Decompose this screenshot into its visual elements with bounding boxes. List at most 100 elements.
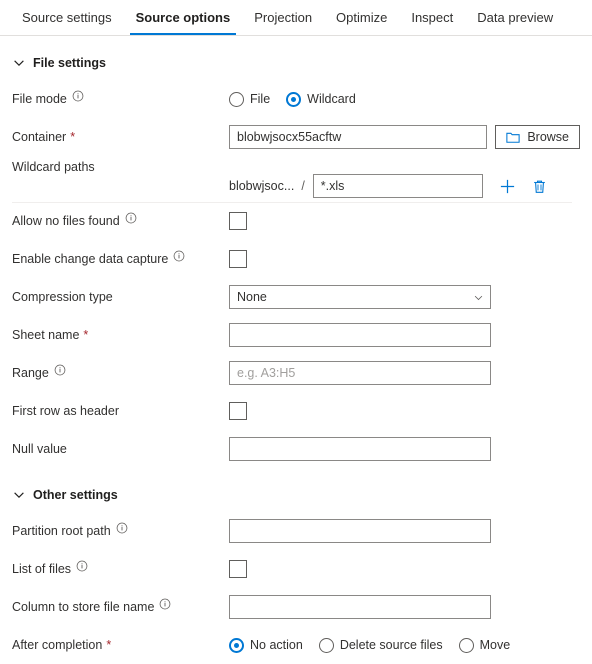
range-input[interactable]: e.g. A3:H5 xyxy=(229,361,491,385)
radio-icon xyxy=(229,91,244,107)
tab-label: Inspect xyxy=(411,10,454,25)
label-text: Allow no files found xyxy=(12,214,120,228)
row-compression-type: Compression type None xyxy=(12,278,580,316)
control-partition-root-path xyxy=(229,519,580,543)
label-list-of-files: List of files xyxy=(12,560,229,576)
control-null-value xyxy=(229,437,580,461)
info-icon[interactable] xyxy=(125,212,137,224)
required-asterisk: * xyxy=(106,638,112,652)
tab-optimize[interactable]: Optimize xyxy=(324,0,399,35)
control-wildcard-paths: blobwjsoc... / *.xls xyxy=(229,156,580,198)
radio-label: File xyxy=(250,92,271,106)
info-icon[interactable] xyxy=(76,560,88,572)
info-icon[interactable] xyxy=(116,522,128,534)
compression-type-dropdown[interactable]: None xyxy=(229,285,491,309)
section-title: File settings xyxy=(33,56,106,70)
label-range: Range xyxy=(12,364,229,380)
enable-change-data-capture-checkbox[interactable] xyxy=(229,250,247,268)
radio-after-completion-delete-source-files[interactable]: Delete source files xyxy=(318,637,443,653)
tab-inspect[interactable]: Inspect xyxy=(399,0,465,35)
label-text: File mode xyxy=(12,92,67,106)
radio-icon xyxy=(458,637,474,653)
label-text: Wildcard paths xyxy=(12,160,95,174)
sheet-name-input[interactable] xyxy=(229,323,491,347)
control-enable-change-data-capture xyxy=(229,250,580,268)
label-file-mode: File mode xyxy=(12,90,229,106)
tab-source-settings[interactable]: Source settings xyxy=(10,0,124,35)
row-column-to-store-file-name: Column to store file name xyxy=(12,588,580,626)
required-asterisk: * xyxy=(83,328,89,342)
label-column-to-store-file-name: Column to store file name xyxy=(12,598,229,614)
label-wildcard-paths: Wildcard paths xyxy=(12,156,229,174)
row-list-of-files: List of files xyxy=(12,550,580,588)
plus-icon xyxy=(501,179,515,193)
source-options-form: File settings File mode File Wildcard Co… xyxy=(0,48,592,664)
control-list-of-files xyxy=(229,560,580,578)
label-text: First row as header xyxy=(12,404,119,418)
row-partition-root-path: Partition root path xyxy=(12,512,580,550)
radio-group-file-mode: File Wildcard xyxy=(229,91,356,107)
label-first-row-as-header: First row as header xyxy=(12,404,229,418)
delete-wildcard-path-button[interactable] xyxy=(529,175,551,197)
null-value-input[interactable] xyxy=(229,437,491,461)
compression-type-value: None xyxy=(237,290,267,304)
info-icon[interactable] xyxy=(72,90,84,102)
list-of-files-checkbox[interactable] xyxy=(229,560,247,578)
tab-bar: Source settings Source options Projectio… xyxy=(0,0,592,36)
required-asterisk: * xyxy=(70,130,76,144)
row-file-mode: File mode File Wildcard xyxy=(12,80,580,118)
info-icon[interactable] xyxy=(173,250,185,262)
radio-label: Wildcard xyxy=(307,92,356,106)
chevron-down-icon xyxy=(473,292,484,303)
control-column-to-store-file-name xyxy=(229,595,580,619)
row-sheet-name: Sheet name * xyxy=(12,316,580,354)
tab-label: Data preview xyxy=(477,10,554,25)
control-container: blobwjsocx55acftw Browse xyxy=(229,125,580,149)
tab-label: Optimize xyxy=(336,10,388,25)
partition-root-path-input[interactable] xyxy=(229,519,491,543)
label-null-value: Null value xyxy=(12,442,229,456)
section-title: Other settings xyxy=(33,488,118,502)
info-icon[interactable] xyxy=(159,598,171,610)
radio-icon-selected xyxy=(286,91,302,107)
label-partition-root-path: Partition root path xyxy=(12,522,229,538)
radio-file-mode-file[interactable]: File xyxy=(229,91,271,107)
control-sheet-name xyxy=(229,323,580,347)
label-text: Enable change data capture xyxy=(12,252,169,266)
label-enable-change-data-capture: Enable change data capture xyxy=(12,250,229,266)
tab-label: Projection xyxy=(254,10,313,25)
row-range: Range e.g. A3:H5 xyxy=(12,354,580,392)
container-input[interactable]: blobwjsocx55acftw xyxy=(229,125,488,149)
control-file-mode: File Wildcard xyxy=(229,91,580,107)
row-enable-change-data-capture: Enable change data capture xyxy=(12,240,580,278)
wildcard-path-input[interactable]: *.xls xyxy=(312,174,483,198)
allow-no-files-found-checkbox[interactable] xyxy=(229,212,247,230)
tab-data-preview[interactable]: Data preview xyxy=(465,0,565,35)
row-allow-no-files-found: Allow no files found xyxy=(12,202,580,240)
first-row-as-header-checkbox[interactable] xyxy=(229,402,247,420)
radio-file-mode-wildcard[interactable]: Wildcard xyxy=(286,91,356,107)
column-to-store-file-name-input[interactable] xyxy=(229,595,491,619)
label-compression-type: Compression type xyxy=(12,290,229,304)
control-compression-type: None xyxy=(229,285,580,309)
label-container: Container * xyxy=(12,130,229,144)
add-wildcard-path-button[interactable] xyxy=(497,175,519,197)
label-allow-no-files-found: Allow no files found xyxy=(12,212,229,228)
label-text: Container xyxy=(12,130,67,144)
tab-label: Source options xyxy=(135,10,231,25)
label-text: Sheet name xyxy=(12,328,80,342)
trash-icon xyxy=(534,180,546,193)
tab-projection[interactable]: Projection xyxy=(242,0,324,35)
radio-after-completion-no-action[interactable]: No action xyxy=(229,637,303,653)
radio-icon-selected xyxy=(229,637,244,653)
section-header-other-settings[interactable]: Other settings xyxy=(12,480,580,510)
row-wildcard-paths: Wildcard paths blobwjsoc... / *.xls xyxy=(12,156,580,202)
info-icon[interactable] xyxy=(54,364,66,376)
label-text: List of files xyxy=(12,562,72,576)
section-header-file-settings[interactable]: File settings xyxy=(12,48,580,78)
tab-source-options[interactable]: Source options xyxy=(124,0,243,35)
radio-after-completion-move[interactable]: Move xyxy=(458,637,510,653)
label-text: After completion xyxy=(12,638,103,652)
browse-button[interactable]: Browse xyxy=(495,125,580,149)
control-after-completion: No action Delete source files Move xyxy=(229,637,580,653)
